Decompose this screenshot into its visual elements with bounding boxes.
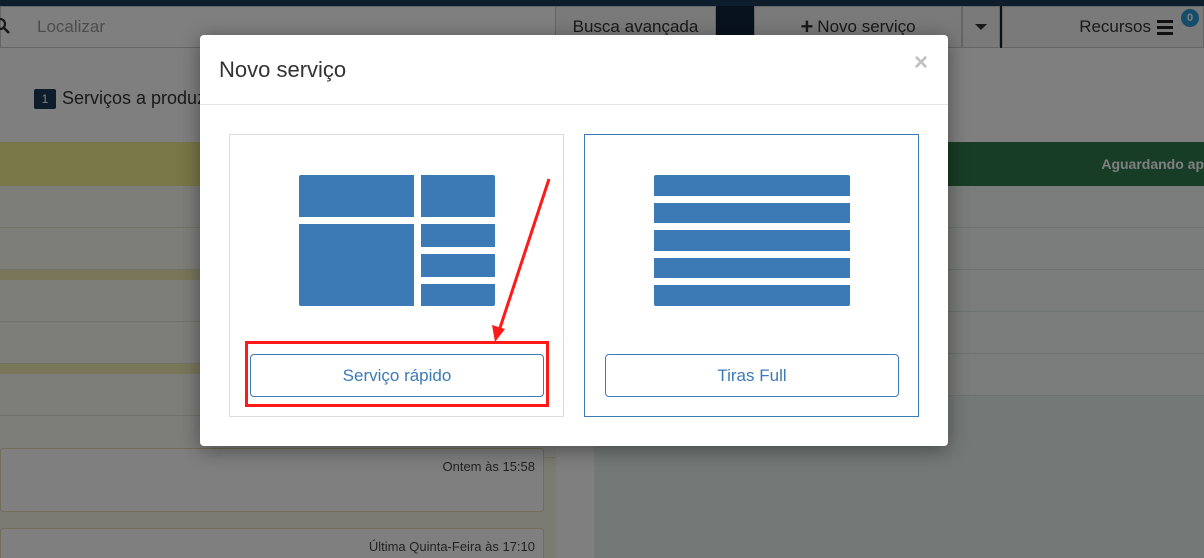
full-strips-button[interactable]: Tiras Full [605,354,899,397]
close-icon[interactable]: × [914,51,928,75]
horizontal-strips-icon [654,175,850,306]
highlight-box [245,341,549,407]
modal-header: Novo serviço × [200,35,948,105]
grid-layout-icon [299,175,495,306]
option-card-full-strips[interactable]: Tiras Full [584,134,919,417]
modal-title: Novo serviço [219,57,347,82]
